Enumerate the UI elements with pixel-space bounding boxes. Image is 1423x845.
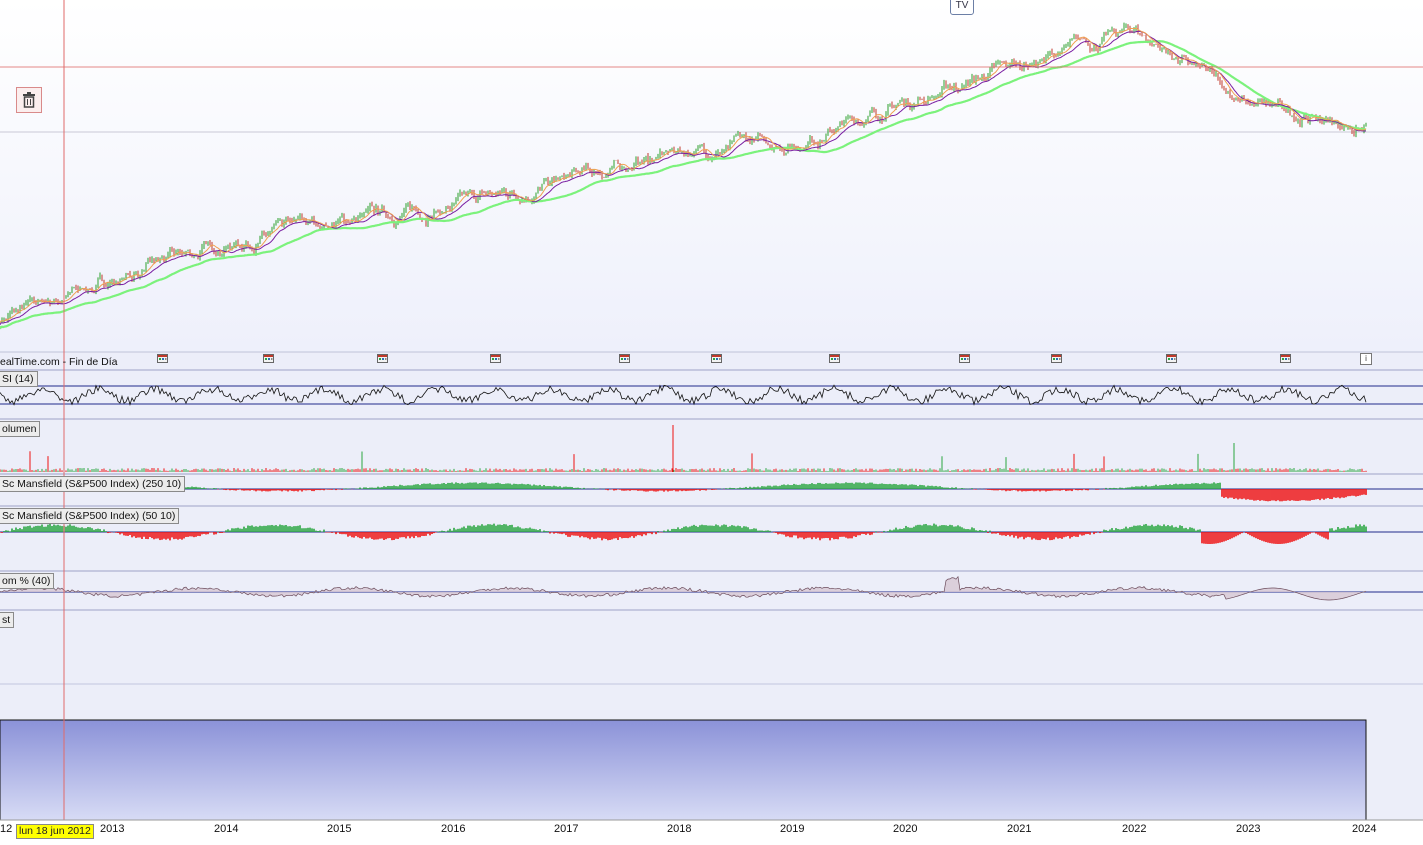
last-label[interactable]: st bbox=[0, 612, 15, 628]
calendar-icon[interactable] bbox=[263, 353, 274, 363]
x-tick-2017: 2017 bbox=[554, 823, 579, 835]
rsi-label[interactable]: SI (14) bbox=[0, 371, 38, 387]
x-tick-2021: 2021 bbox=[1007, 823, 1032, 835]
delete-button[interactable] bbox=[16, 87, 42, 113]
x-tick-2013: 2013 bbox=[100, 823, 125, 835]
cursor-date: lun 18 jun 2012 bbox=[16, 824, 94, 839]
calendar-icon[interactable] bbox=[619, 353, 630, 363]
calendar-icon[interactable] bbox=[377, 353, 388, 363]
x-tick-2018: 2018 bbox=[667, 823, 692, 835]
volume-label[interactable]: olumen bbox=[0, 421, 41, 437]
x-tick-2015: 2015 bbox=[327, 823, 352, 835]
x-tick-2019: 2019 bbox=[780, 823, 805, 835]
x-tick-2024: 2024 bbox=[1352, 823, 1377, 835]
mansfield-50-label[interactable]: Sc Mansfield (S&P500 Index) (50 10) bbox=[0, 508, 180, 524]
x-tick-2014: 2014 bbox=[214, 823, 239, 835]
mansfield-250-label[interactable]: Sc Mansfield (S&P500 Index) (250 10) bbox=[0, 476, 186, 492]
x-tick-first: 12 bbox=[0, 823, 13, 835]
momentum-label[interactable]: om % (40) bbox=[0, 573, 55, 589]
calendar-icon[interactable] bbox=[1166, 353, 1177, 363]
calendar-icon[interactable] bbox=[157, 353, 168, 363]
chart-window: TV ealTime.com - Fin de Día i SI (14) ol… bbox=[0, 0, 1423, 845]
x-tick-2023: 2023 bbox=[1236, 823, 1261, 835]
info-icon[interactable]: i bbox=[1360, 353, 1372, 365]
x-tick-2022: 2022 bbox=[1122, 823, 1147, 835]
trash-icon bbox=[23, 92, 35, 108]
x-tick-2020: 2020 bbox=[893, 823, 918, 835]
calendar-icon[interactable] bbox=[711, 353, 722, 363]
bottom-pane-fill bbox=[0, 719, 1367, 821]
price-chart[interactable] bbox=[0, 0, 1423, 845]
data-source-label: ealTime.com - Fin de Día bbox=[0, 356, 118, 368]
calendar-icon[interactable] bbox=[959, 353, 970, 363]
x-tick-2016: 2016 bbox=[441, 823, 466, 835]
calendar-icon[interactable] bbox=[1051, 353, 1062, 363]
calendar-icon[interactable] bbox=[490, 353, 501, 363]
main-pane-bg bbox=[0, 0, 1423, 352]
calendar-icon[interactable] bbox=[1280, 353, 1291, 363]
calendar-icon[interactable] bbox=[829, 353, 840, 363]
tv-badge[interactable]: TV bbox=[950, 0, 974, 15]
